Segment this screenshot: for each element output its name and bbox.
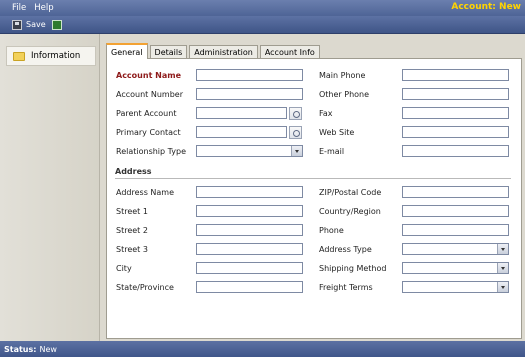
freight-terms-label: Freight Terms [319,283,373,292]
street1-label: Street 1 [116,207,148,216]
status-label: Status: [4,344,37,354]
menu-help[interactable]: Help [34,3,53,13]
state-field[interactable] [196,281,303,293]
parent-account-field[interactable] [196,107,287,119]
chevron-down-icon[interactable] [497,244,508,254]
tab-administration[interactable]: Administration [189,45,258,59]
save-button[interactable]: Save [12,19,46,30]
menu-bar: File Help Account: New [0,0,525,16]
chevron-down-icon[interactable] [291,146,302,156]
status-bar: Status: New [0,341,525,357]
street2-label: Street 2 [116,226,148,235]
fax-field[interactable] [402,107,509,119]
account-number-label: Account Number [116,90,183,99]
tab-account-info[interactable]: Account Info [259,45,320,59]
primary-contact-lookup-icon[interactable] [289,126,302,139]
address-type-label: Address Type [319,245,372,254]
main-area: General Details Administration Account I… [100,34,525,341]
chevron-down-icon[interactable] [497,282,508,292]
country-field[interactable] [402,205,509,217]
tab-strip: General Details Administration Account I… [106,43,322,59]
shipping-method-label: Shipping Method [319,264,387,273]
other-phone-label: Other Phone [319,90,370,99]
main-phone-field[interactable] [402,69,509,81]
primary-contact-label: Primary Contact [116,128,181,137]
tab-details[interactable]: Details [149,45,188,59]
account-name-label: Account Name [116,71,182,80]
primary-contact-field[interactable] [196,126,287,138]
save-icon [12,19,22,30]
toolbar: Save [0,16,525,34]
phone-label: Phone [319,226,344,235]
country-label: Country/Region [319,207,381,216]
freight-terms-select[interactable] [402,281,509,293]
street3-field[interactable] [196,243,303,255]
tab-general[interactable]: General [106,43,148,59]
relationship-type-select[interactable] [196,145,303,157]
window-title: Account: New [451,2,521,12]
address-type-select[interactable] [402,243,509,255]
web-site-label: Web Site [319,128,355,137]
main-phone-label: Main Phone [319,71,366,80]
relationship-type-label: Relationship Type [116,147,187,156]
parent-account-lookup-icon[interactable] [289,107,302,120]
sidebar-item-label: Information [31,51,81,61]
state-label: State/Province [116,283,174,292]
account-name-field[interactable] [196,69,303,81]
save-button-label: Save [26,20,46,29]
web-site-field[interactable] [402,126,509,138]
address-name-label: Address Name [116,188,175,197]
parent-account-label: Parent Account [116,109,177,118]
street1-field[interactable] [196,205,303,217]
folder-icon [13,51,25,61]
zip-label: ZIP/Postal Code [319,188,382,197]
email-field[interactable] [402,145,509,157]
status-value: New [39,344,57,354]
street2-field[interactable] [196,224,303,236]
shipping-method-select[interactable] [402,262,509,274]
menu-file[interactable]: File [12,3,26,13]
section-divider [115,178,511,179]
general-panel: Account Name Account Number Parent Accou… [106,58,522,339]
street3-label: Street 3 [116,245,148,254]
phone-field[interactable] [402,224,509,236]
city-field[interactable] [196,262,303,274]
new-record-icon[interactable] [51,19,62,30]
sidebar-item-information[interactable]: Information [6,46,96,66]
zip-field[interactable] [402,186,509,198]
address-name-field[interactable] [196,186,303,198]
address-section-title: Address [115,167,152,176]
city-label: City [116,264,132,273]
other-phone-field[interactable] [402,88,509,100]
sidebar: Information [0,34,100,341]
fax-label: Fax [319,109,333,118]
email-label: E-mail [319,147,345,156]
account-number-field[interactable] [196,88,303,100]
chevron-down-icon[interactable] [497,263,508,273]
